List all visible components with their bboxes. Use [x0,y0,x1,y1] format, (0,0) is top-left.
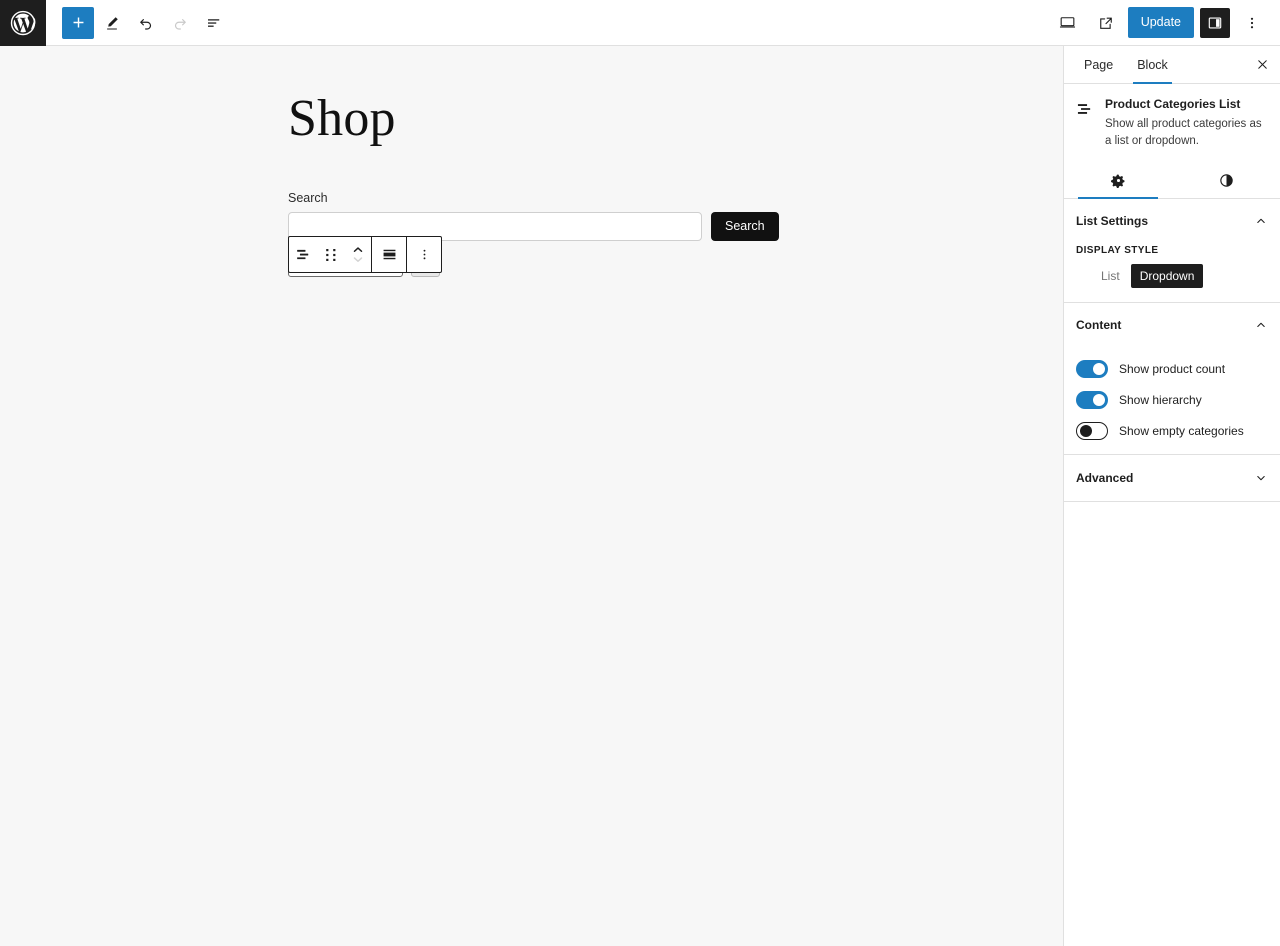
display-style-label: DISPLAY STYLE [1076,245,1159,257]
tab-block[interactable]: Block [1125,46,1180,84]
block-card-text: Product Categories List Show all product… [1105,97,1268,149]
toggle-label-show-product-count: Show product count [1119,362,1226,377]
block-type-icon[interactable] [289,237,317,272]
tab-styles[interactable] [1172,163,1280,198]
display-style-option-list[interactable]: List [1092,264,1129,288]
toggle-show-hierarchy[interactable] [1076,391,1108,410]
toggle-label-show-hierarchy: Show hierarchy [1119,393,1202,408]
view-site-external-icon[interactable] [1090,7,1122,39]
panel-content-title: Content [1076,318,1122,333]
tab-page[interactable]: Page [1072,46,1125,83]
page-title: Shop [288,90,396,147]
align-center-icon[interactable] [372,237,406,272]
more-options-icon[interactable] [1236,7,1268,39]
redo-button[interactable] [164,7,196,39]
toggle-row-show-product-count: Show product count [1076,360,1268,379]
editor-canvas[interactable]: Shop Search Search Select a category [0,46,1063,946]
add-block-button[interactable] [62,6,94,39]
block-options-icon[interactable] [407,237,441,272]
toggle-show-product-count[interactable] [1076,360,1108,379]
desktop-preview-icon[interactable] [1052,7,1084,39]
toggle-knob [1079,424,1092,437]
editor-top-bar: Update [0,0,1280,46]
update-button[interactable]: Update [1127,7,1194,38]
block-card-title: Product Categories List [1105,97,1241,111]
toggle-knob [1093,363,1105,376]
edit-tool-button[interactable] [96,7,128,39]
toggle-row-show-empty-categories: Show empty categories [1076,422,1268,441]
display-style-option-dropdown[interactable]: Dropdown [1130,264,1204,289]
contrast-half-circle-icon [1219,174,1233,188]
panel-advanced: Advanced [1064,455,1280,503]
undo-button[interactable] [130,7,162,39]
block-card-icon [1075,97,1095,149]
settings-sidebar: Page Block Product Categories List Show … [1063,46,1280,946]
tab-settings[interactable] [1064,163,1172,200]
panel-advanced-header[interactable]: Advanced [1076,455,1268,501]
toggle-row-show-hierarchy: Show hierarchy [1076,391,1268,410]
chevron-up-icon [1257,323,1265,328]
drag-handle-dots-icon[interactable] [317,237,345,272]
sidebar-tab-bar: Page Block [1064,46,1280,84]
panel-list-settings-header[interactable]: List Settings [1076,199,1268,243]
toggle-knob [1093,394,1105,407]
panel-list-settings-title: List Settings [1076,214,1149,229]
sidebar-mode-tabs [1064,163,1280,200]
chevron-down-icon [1257,476,1265,481]
panel-content-header[interactable]: Content [1076,303,1268,347]
topbar-actions: Update [1052,7,1280,39]
block-toolbar-left-group [289,237,371,272]
wordpress-logo-icon[interactable] [0,0,46,46]
gear-icon [1110,174,1124,189]
block-toolbar [288,236,442,273]
block-toolbar-options-group [407,237,441,272]
editor-body: Shop Search Search Select a category [0,46,1280,946]
topbar-tools [46,6,230,39]
block-info-card: Product Categories List Show all product… [1064,84,1280,149]
panel-content: Content Show product count Show hierarch… [1064,303,1280,456]
wordpress-block-editor: Update Shop Search Search Page Block Pro… [0,0,1280,946]
move-up-icon [353,247,363,253]
block-card-description: Show all product categories as a list or… [1105,118,1262,147]
toggle-label-show-empty-categories: Show empty categories [1119,424,1244,439]
toggle-show-empty-categories[interactable] [1076,422,1108,441]
panel-advanced-title: Advanced [1076,471,1134,486]
search-submit-button[interactable]: Search [711,212,779,241]
close-sidebar-icon[interactable] [1244,46,1280,83]
block-toolbar-align-group [372,237,406,272]
document-content: Shop Search Search Select a category [0,46,1063,278]
move-down-icon [353,257,363,263]
settings-sidebar-toggle[interactable] [1200,7,1230,38]
panel-list-settings: List Settings DISPLAY STYLE List Dropdow… [1064,199,1280,304]
document-overview-button[interactable] [198,7,230,39]
chevron-up-icon [1257,219,1265,224]
block-movers[interactable] [345,237,371,272]
search-field-label: Search [288,191,328,206]
display-style-segmented-control: List Dropdown [1076,264,1268,289]
